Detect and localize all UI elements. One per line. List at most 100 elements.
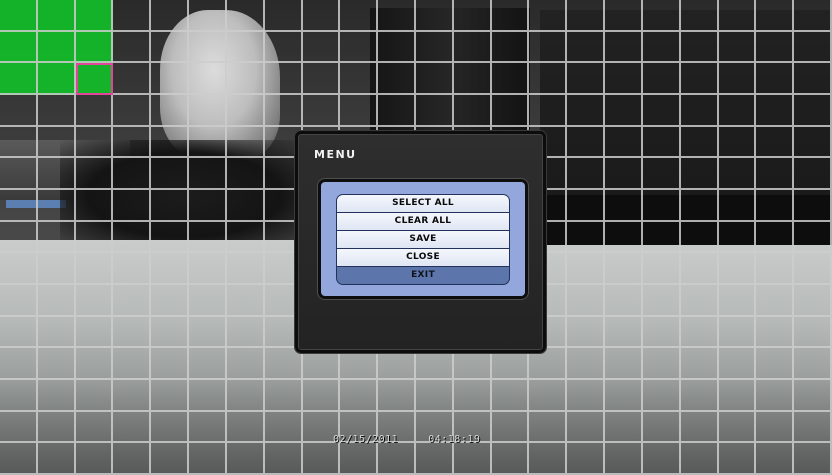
motion-grid-cell[interactable] <box>0 0 38 32</box>
motion-grid-cell[interactable] <box>756 221 795 254</box>
motion-grid-cell[interactable] <box>264 443 303 475</box>
motion-grid-cell[interactable] <box>605 284 643 317</box>
motion-grid-cell[interactable] <box>718 443 757 475</box>
motion-grid-cell[interactable] <box>189 411 227 444</box>
motion-grid-cell[interactable] <box>605 316 643 349</box>
motion-grid-cell[interactable] <box>642 348 681 380</box>
motion-grid-cell[interactable] <box>642 63 681 95</box>
motion-grid-cell[interactable] <box>189 348 227 380</box>
motion-grid-cell[interactable] <box>680 31 719 64</box>
motion-grid-cell[interactable] <box>642 411 681 444</box>
motion-grid-cell[interactable] <box>113 348 152 380</box>
motion-grid-cell[interactable] <box>113 126 152 159</box>
motion-grid-cell[interactable] <box>567 0 606 32</box>
close-button[interactable]: CLOSE <box>337 249 509 266</box>
motion-grid-cell[interactable] <box>680 253 719 285</box>
motion-grid-cell[interactable] <box>340 31 379 64</box>
motion-grid-cell[interactable] <box>453 94 492 127</box>
motion-grid-cell[interactable] <box>378 63 416 95</box>
motion-grid-cell[interactable] <box>718 221 757 254</box>
motion-grid-cell[interactable] <box>302 63 341 95</box>
motion-grid-cell[interactable] <box>189 253 227 285</box>
motion-grid-cell[interactable] <box>529 31 568 64</box>
motion-grid-cell[interactable] <box>529 411 568 444</box>
motion-grid-cell[interactable] <box>226 94 265 127</box>
motion-grid-cell[interactable] <box>642 316 681 349</box>
motion-grid-cell[interactable] <box>378 443 416 475</box>
motion-grid-cell[interactable] <box>340 0 379 32</box>
motion-grid-cell[interactable] <box>567 63 606 95</box>
motion-grid-cell[interactable] <box>491 0 530 32</box>
motion-grid-cell[interactable] <box>0 443 38 475</box>
motion-grid-cell[interactable] <box>75 126 114 159</box>
motion-grid-cell[interactable] <box>37 0 76 32</box>
motion-grid-cell[interactable] <box>491 411 530 444</box>
motion-grid-cell[interactable] <box>718 411 757 444</box>
motion-grid-cell[interactable] <box>37 316 76 349</box>
motion-grid-cell[interactable] <box>453 348 492 380</box>
motion-grid-cell[interactable] <box>605 63 643 95</box>
motion-grid-cell[interactable] <box>37 189 76 222</box>
motion-grid-cell[interactable] <box>605 126 643 159</box>
motion-grid-cell[interactable] <box>75 348 114 380</box>
motion-grid-cell[interactable] <box>756 189 795 222</box>
motion-grid-cell[interactable] <box>642 253 681 285</box>
motion-grid-cell[interactable] <box>0 94 38 127</box>
motion-grid-cell[interactable] <box>529 443 568 475</box>
motion-grid-cell[interactable] <box>567 221 606 254</box>
motion-grid-cell[interactable] <box>642 284 681 317</box>
motion-grid-cell[interactable] <box>794 411 832 444</box>
motion-grid-cell[interactable] <box>113 0 152 32</box>
motion-grid-cell[interactable] <box>415 379 454 412</box>
motion-grid-cell[interactable] <box>718 379 757 412</box>
motion-grid-cell[interactable] <box>264 411 303 444</box>
motion-grid-cell[interactable] <box>680 348 719 380</box>
motion-grid-cell[interactable] <box>151 0 190 32</box>
motion-grid-cell[interactable] <box>75 221 114 254</box>
motion-grid-cell[interactable] <box>226 379 265 412</box>
motion-grid-cell[interactable] <box>415 63 454 95</box>
motion-grid-cell[interactable] <box>189 126 227 159</box>
motion-grid-cell[interactable] <box>75 284 114 317</box>
motion-grid-cell[interactable] <box>605 411 643 444</box>
motion-grid-cell[interactable] <box>605 221 643 254</box>
motion-grid-cell[interactable] <box>151 158 190 190</box>
motion-grid-cell[interactable] <box>226 0 265 32</box>
motion-grid-cell[interactable] <box>642 31 681 64</box>
motion-grid-cell[interactable] <box>0 31 38 64</box>
motion-grid-cell[interactable] <box>226 126 265 159</box>
motion-grid-cell[interactable] <box>529 0 568 32</box>
motion-grid-cell[interactable] <box>567 31 606 64</box>
motion-grid-cell[interactable] <box>264 31 303 64</box>
motion-grid-cell[interactable] <box>37 253 76 285</box>
motion-grid-cell[interactable] <box>718 63 757 95</box>
motion-grid-cell[interactable] <box>264 94 303 127</box>
motion-grid-cell[interactable] <box>189 443 227 475</box>
motion-grid-cell[interactable] <box>113 411 152 444</box>
motion-grid-cell[interactable] <box>264 379 303 412</box>
motion-grid-cell[interactable] <box>0 284 38 317</box>
motion-grid-cell[interactable] <box>0 126 38 159</box>
motion-grid-cell[interactable] <box>756 94 795 127</box>
motion-grid-cell[interactable] <box>529 379 568 412</box>
motion-grid-cell[interactable] <box>680 221 719 254</box>
motion-grid-cell[interactable] <box>567 411 606 444</box>
motion-grid-cell[interactable] <box>491 348 530 380</box>
motion-grid-cell[interactable] <box>302 31 341 64</box>
motion-grid-cell[interactable] <box>113 189 152 222</box>
motion-grid-cell[interactable] <box>189 63 227 95</box>
motion-grid-cell[interactable] <box>151 253 190 285</box>
motion-grid-cell[interactable] <box>0 221 38 254</box>
motion-grid-cell[interactable] <box>680 411 719 444</box>
motion-grid-cell[interactable] <box>226 158 265 190</box>
save-button[interactable]: SAVE <box>337 231 509 248</box>
motion-grid-cell[interactable] <box>756 253 795 285</box>
motion-grid-cell[interactable] <box>113 63 152 95</box>
motion-grid-cell[interactable] <box>0 189 38 222</box>
motion-grid-cell[interactable] <box>491 63 530 95</box>
motion-grid-cell[interactable] <box>0 348 38 380</box>
motion-grid-cell[interactable] <box>189 284 227 317</box>
motion-grid-cell[interactable] <box>264 63 303 95</box>
motion-grid-cell[interactable] <box>567 126 606 159</box>
motion-grid-cell[interactable] <box>642 443 681 475</box>
